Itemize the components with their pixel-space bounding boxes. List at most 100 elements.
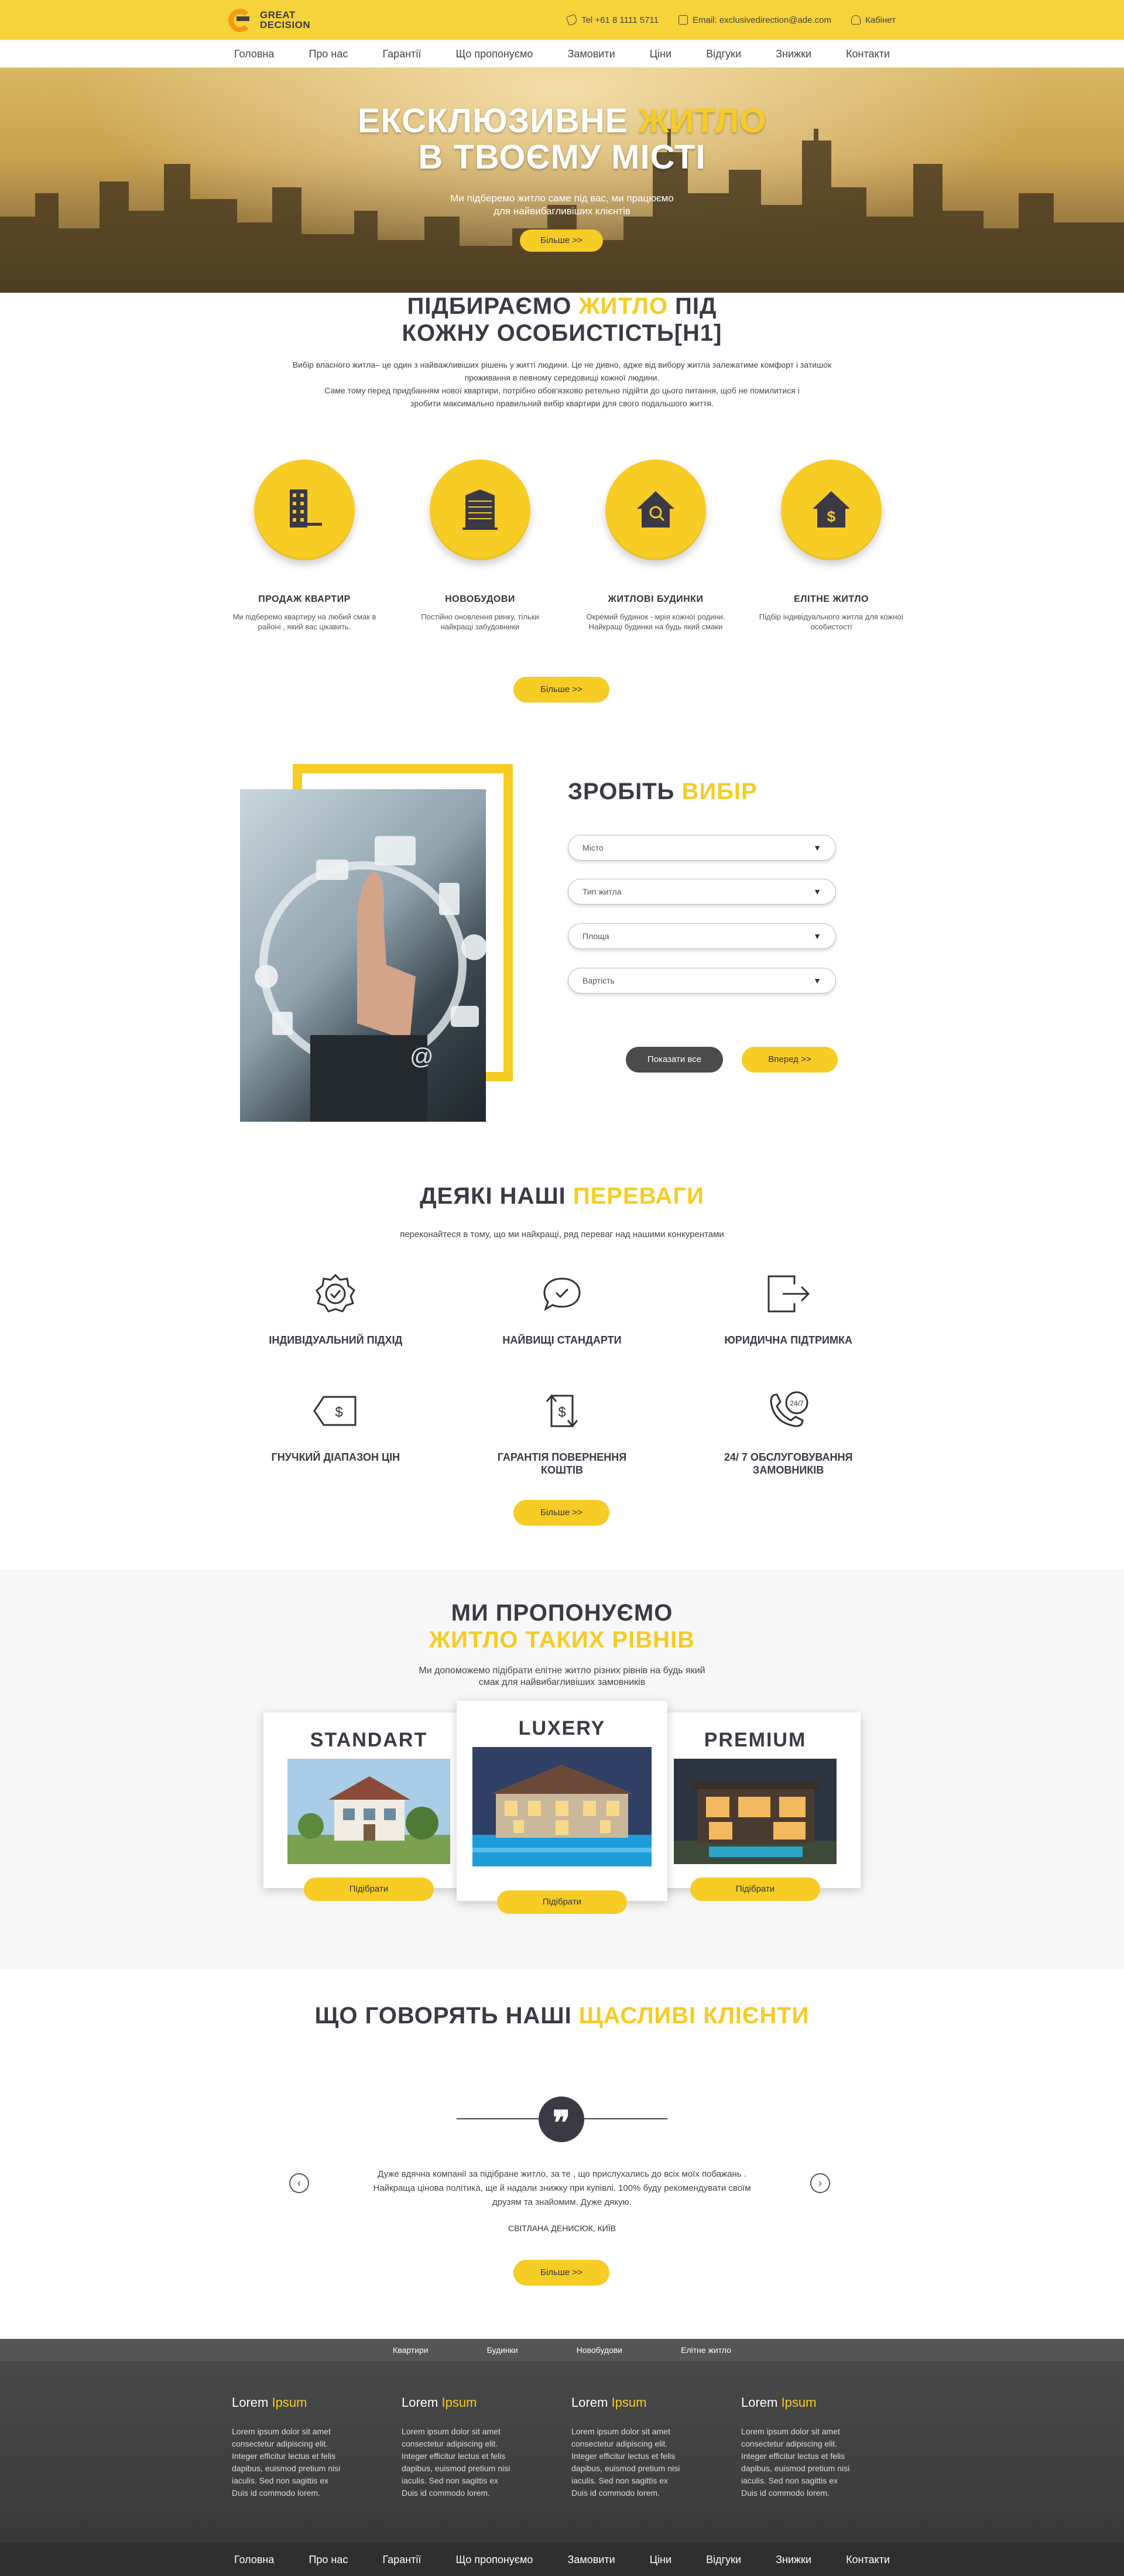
testimonial-author: СВІТЛАНА ДЕНИСЮК, КИЇВ (508, 2224, 616, 2233)
quote-icon: ❞ (539, 2097, 584, 2142)
category-text: Ми підберемо квартиру на любий смак в ра… (232, 612, 376, 631)
price-tag-icon: $ (312, 1388, 359, 1434)
testimonial-text: Дуже вдячна компанії за підібране житло,… (345, 2167, 779, 2210)
section-testimonials: ЩО ГОВОРЯТЬ НАШІ ЩАСЛИВІ КЛІЄНТИ ❞ ‹ › Д… (0, 2002, 1124, 2330)
advantage-title: ГАРАНТІЯ ПОВЕРНЕННЯ КОШТІВ (449, 1451, 676, 1477)
footer-category-link[interactable]: Новобудови (577, 2345, 622, 2355)
price-select[interactable]: Вартість ▼ (568, 968, 836, 994)
footer-title-accent: Ipsum (272, 2395, 307, 2410)
section-advantages: ДЕЯКІ НАШІ ПЕРЕВАГИ переконайтеся в тому… (0, 1183, 1124, 1534)
new-building-icon (430, 460, 530, 560)
main-nav: Головна Про нас Гарантії Що пропонуємо З… (0, 40, 1124, 68)
category-new-buildings[interactable]: НОВОБУДОВИ Постійно оновлення ринку, тіл… (404, 460, 556, 632)
category-apartments[interactable]: ПРОДАЖ КВАРТИР Ми підберемо квартиру на … (228, 460, 381, 632)
nav-order[interactable]: Замовити (567, 48, 615, 60)
footer-nav-discounts[interactable]: Знижки (776, 2554, 811, 2566)
nav-guarantees[interactable]: Гарантії (382, 48, 421, 60)
category-text: Підбір індивідуального житла для кожної … (759, 612, 904, 631)
testimonials-more-button[interactable]: Більше >> (513, 2260, 609, 2286)
housing-type-select[interactable]: Тип житла ▼ (568, 879, 836, 905)
testimonials-title-accent: ЩАСЛИВІ КЛІЄНТИ (578, 2003, 810, 2029)
pick-intro: Вибір власного житла– це один з найважли… (252, 358, 872, 410)
nav-about[interactable]: Про нас (309, 48, 348, 60)
luxury-house-image (472, 1747, 652, 1866)
nav-reviews[interactable]: Відгуки (706, 48, 741, 60)
envelope-icon (678, 15, 688, 25)
choice-title-part1: ЗРОБІТЬ (568, 779, 682, 804)
testimonials-title: ЩО ГОВОРЯТЬ НАШІ ЩАСЛИВІ КЛІЄНТИ (0, 2002, 1124, 2029)
advantage-title-line1: 24/ 7 ОБСЛУГОВУВАННЯ (724, 1451, 853, 1463)
logo[interactable]: GREAT DECISION (228, 6, 310, 33)
nav-prices[interactable]: Ціни (650, 48, 671, 60)
touch-screen-photo: @ (240, 789, 486, 1122)
footer-column: Lorem Ipsum Lorem ipsum dolor sit amet c… (402, 2395, 571, 2499)
chat-check-icon (539, 1270, 585, 1317)
footer-nav-order[interactable]: Замовити (567, 2554, 615, 2566)
section-choice: @ ЗРОБІТЬ ВИБІР Місто ▼ Тип житла ▼ Площа ▼… (0, 761, 1124, 1136)
advantage-title-line2: ЗАМОВНИКІВ (753, 1464, 824, 1476)
cabinet-text: Кабінет (865, 15, 896, 25)
level-pick-button[interactable]: Підібрати (497, 1890, 627, 1914)
next-button[interactable]: Вперед >> (742, 1047, 838, 1073)
pick-more-button[interactable]: Більше >> (513, 677, 609, 703)
level-pick-button[interactable]: Підібрати (304, 1878, 434, 1901)
footer-nav-reviews[interactable]: Відгуки (706, 2554, 741, 2566)
footer-category-link[interactable]: Елітне житло (681, 2345, 731, 2355)
next-arrow-icon[interactable]: › (810, 2173, 830, 2193)
category-houses[interactable]: ЖИТЛОВІ БУДИНКИ Окремий будинок - мрія к… (580, 460, 732, 632)
top-bar: GREAT DECISION Tel +61 8 1111 5711 Email… (0, 0, 1124, 40)
prev-arrow-icon[interactable]: ‹ (289, 2173, 309, 2193)
footer-categories: Квартири Будинки Новобудови Елітне житло (0, 2339, 1124, 2361)
levels-subtitle-line1: Ми допоможемо підібрати елітне житло різ… (419, 1666, 705, 1676)
cabinet-link[interactable]: Кабінет (851, 15, 896, 25)
advantage-title-line1: ГАРАНТІЯ ПОВЕРНЕННЯ (497, 1451, 627, 1463)
nav-offer[interactable]: Що пропонуємо (455, 48, 533, 60)
nav-discounts[interactable]: Знижки (776, 48, 811, 60)
footer-title-accent: Ipsum (781, 2395, 817, 2410)
footer-title-part1: Lorem (232, 2395, 272, 2410)
testimonial-line3: друзям та знайомим. Дуже дякую. (492, 2197, 632, 2207)
footer-nav-home[interactable]: Головна (234, 2554, 274, 2566)
category-title: НОВОБУДОВИ (445, 594, 515, 604)
advantages-more-button[interactable]: Більше >> (513, 1500, 609, 1526)
phone-contact[interactable]: Tel +61 8 1111 5711 (566, 13, 659, 26)
choice-title: ЗРОБІТЬ ВИБІР (568, 779, 758, 805)
area-select[interactable]: Площа ▼ (568, 923, 836, 949)
hero-title-accent: ЖИТЛО (638, 102, 767, 140)
footer-column-title: Lorem Ipsum (232, 2395, 402, 2410)
level-pick-button[interactable]: Підібрати (690, 1878, 820, 1901)
footer-column-title: Lorem Ipsum (571, 2395, 741, 2410)
footer-nav-contacts[interactable]: Контакти (846, 2554, 890, 2566)
user-icon (851, 15, 861, 25)
select-value: Місто (582, 843, 604, 852)
svg-text:$: $ (335, 1405, 343, 1420)
premium-house-image (674, 1759, 837, 1864)
footer-columns: Lorem Ipsum Lorem ipsum dolor sit amet c… (232, 2395, 911, 2499)
logo-mark-icon (228, 6, 255, 33)
testimonial-line2: Найкраща цінова політика, ще й надали зн… (373, 2183, 751, 2193)
advantage-title: ГНУЧКИЙ ДІАПАЗОН ЦІН (271, 1451, 400, 1463)
hero-subtitle-line1: Ми підберемо житло саме під вас, ми прац… (450, 193, 674, 204)
footer-nav-offer[interactable]: Що пропонуємо (455, 2554, 533, 2566)
footer-nav-guarantees[interactable]: Гарантії (382, 2554, 421, 2566)
city-select[interactable]: Місто ▼ (568, 835, 836, 861)
footer-nav-about[interactable]: Про нас (309, 2554, 348, 2566)
hero-title-line2: В ТВОЄМУ МІСТІ (418, 138, 706, 176)
footer-category-link[interactable]: Будинки (487, 2345, 518, 2355)
category-elite[interactable]: $ ЕЛІТНЕ ЖИТЛО Підбір індивідуального жи… (755, 460, 907, 632)
hero-more-button[interactable]: Більше >> (520, 229, 603, 252)
email-contact[interactable]: Email: exclusivedirection@ade.com (678, 15, 831, 25)
nav-contacts[interactable]: Контакти (846, 48, 890, 60)
select-value: Площа (582, 931, 609, 941)
category-title: ПРОДАЖ КВАРТИР (258, 594, 351, 604)
advantage-item: $ ГНУЧКИЙ ДІАПАЗОН ЦІН (222, 1388, 449, 1477)
pick-title-line2: КОЖНУ ОСОБИСТІСТЬ[H1] (402, 320, 722, 346)
nav-home[interactable]: Головна (234, 48, 274, 60)
advantage-item: НАЙВИЩІ СТАНДАРТИ (449, 1270, 676, 1347)
footer-category-link[interactable]: Квартири (393, 2345, 429, 2355)
svg-text:$: $ (827, 508, 836, 525)
footer: Квартири Будинки Новобудови Елітне житло… (0, 2339, 1124, 2576)
badge-check-icon (312, 1270, 359, 1317)
show-all-button[interactable]: Показати все (626, 1047, 723, 1073)
footer-nav-prices[interactable]: Ціни (650, 2554, 671, 2566)
